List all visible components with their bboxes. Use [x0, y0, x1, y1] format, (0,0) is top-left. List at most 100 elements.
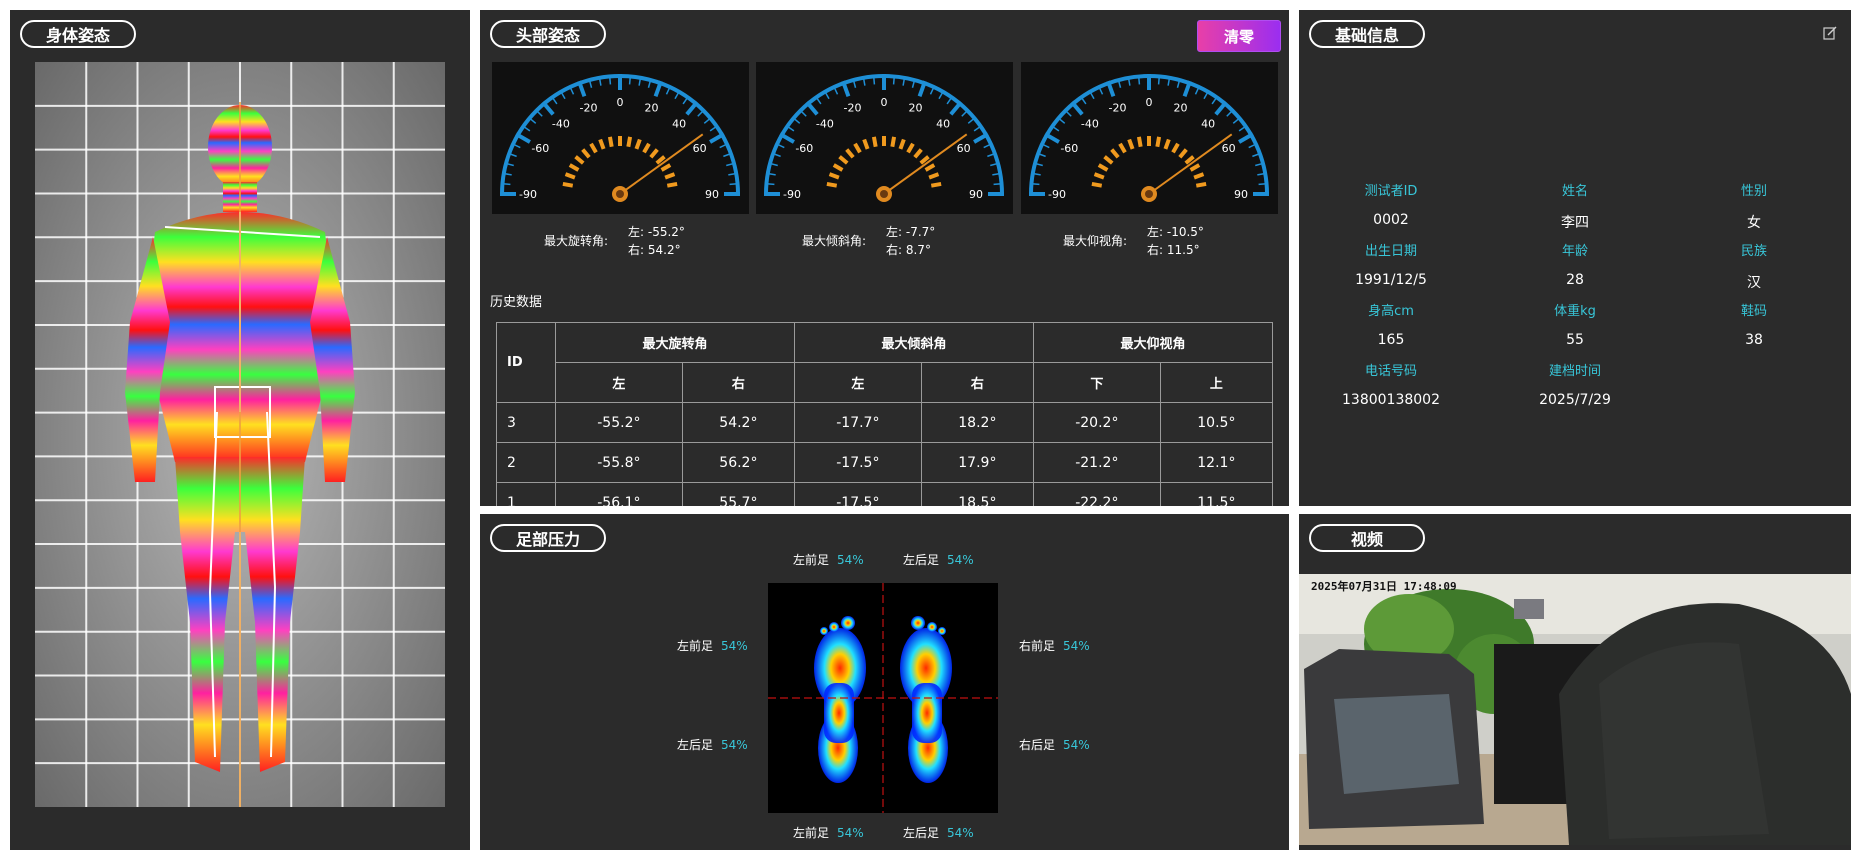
table-cell: -22.2° [1032, 482, 1161, 506]
head-posture-panel: 头部姿态 清零 -90 -60 -40 -20 0 20 40 60 90 -90 -60 -40-… [480, 10, 1289, 506]
table-cell: 1 [496, 482, 556, 506]
rotation-max-label: 最大旋转角: [544, 234, 609, 248]
info-field-label: 年龄 [1561, 244, 1588, 259]
video-timestamp: 2025年07月31日 17:48:09 [1311, 580, 1457, 593]
info-field-label: 电话号码 [1364, 364, 1417, 379]
table-cell: 18.2° [920, 402, 1034, 443]
info-field-label: 性别 [1740, 184, 1767, 199]
col-rot-right: 右 [681, 362, 795, 403]
info-field-label: 测试者ID [1364, 184, 1418, 199]
table-cell: -17.5° [793, 482, 922, 506]
gauge-tick-label: 40 [936, 118, 950, 131]
info-field: 身高cm 165 [1311, 300, 1471, 348]
col-group-pitch: 最大仰视角 [1032, 322, 1274, 363]
rotation-max-right: 右: 54.2° [628, 243, 681, 257]
gauge-tick-label: -40 [1081, 118, 1099, 131]
foot-label-bottom-right: 左后足 54% [903, 826, 974, 840]
info-field-value: 28 [1566, 272, 1584, 288]
pitch-max-label: 最大仰视角: [1063, 234, 1128, 248]
tilt-gauge: -90 -60-40 -20 0 20 40 60 90 [756, 62, 1013, 214]
gauge-tick-label: 20 [908, 102, 922, 115]
pitch-gauge: -90 -60-40 -20 0 20 40 60 90 [1021, 62, 1278, 214]
gauge-tick-label: -20 [1109, 102, 1127, 115]
gauge-tick-label: 90 [969, 188, 983, 201]
col-tilt-right: 右 [920, 362, 1034, 403]
table-cell: 55.7° [681, 482, 795, 506]
info-field: 性别女 [1674, 180, 1834, 232]
table-row[interactable]: 2 -55.8° 56.2° -17.5° 17.9° -21.2° 12.1° [496, 442, 1274, 483]
col-group-rotation: 最大旋转角 [555, 322, 795, 363]
gauge-tick-label: -40 [552, 118, 570, 131]
info-field-value: 李四 [1561, 215, 1589, 231]
gauge-tick-label: -60 [795, 142, 813, 155]
info-field-value: 165 [1377, 332, 1405, 348]
col-tilt-left: 左 [793, 362, 922, 403]
gauge-tick-label: 20 [644, 102, 658, 115]
gauge-tick-label: -60 [1060, 142, 1078, 155]
info-field-value: 55 [1566, 332, 1584, 348]
info-field-value: 38 [1745, 332, 1763, 348]
col-id: ID [496, 322, 556, 403]
gauge-tick-label: 60 [1222, 142, 1236, 155]
info-field-label: 民族 [1740, 244, 1767, 259]
col-pitch-down: 下 [1032, 362, 1161, 403]
table-row[interactable]: 3 -55.2° 54.2° -17.7° 18.2° -20.2° 10.5° [496, 402, 1274, 443]
table-row[interactable]: 1 -56.1° 55.7° -17.5° 18.5° -22.2° 11.5° [496, 482, 1274, 506]
foot-pressure-map [768, 583, 998, 813]
info-field: 测试者ID 0002 [1311, 180, 1471, 228]
info-field-label: 体重kg [1554, 304, 1596, 319]
video-feed[interactable] [1299, 574, 1851, 845]
info-field-label: 姓名 [1561, 184, 1588, 199]
gauge-tick-label: -40 [816, 118, 834, 131]
gauge-tick-label: -90 [1048, 188, 1066, 201]
gauge-tick-label: 0 [881, 96, 888, 109]
gauge-tick-label: -20 [844, 102, 862, 115]
foot-label-right-front: 右前足 54% [1019, 639, 1090, 653]
gauge-tick-label: 20 [1173, 102, 1187, 115]
basic-info-title: 基础信息 [1309, 20, 1425, 48]
info-field-label: 鞋码 [1740, 304, 1767, 319]
gauge-tick-label: 60 [957, 142, 971, 155]
gauge-tick-label: 60 [693, 142, 707, 155]
gauge-tick-label: 0 [1146, 96, 1153, 109]
clear-button[interactable]: 清零 [1197, 20, 1281, 52]
info-field-label: 身高cm [1368, 304, 1414, 319]
info-field-value: 汉 [1747, 275, 1761, 291]
foot-label-left-front: 左前足 54% [677, 639, 748, 653]
table-cell: 17.9° [920, 442, 1034, 483]
info-field: 体重kg 55 [1495, 300, 1655, 348]
foot-pressure-panel: 足部压力 左前足 54% 左后足 54% 左前足 54% 右前足 54% 左后足 54% … [480, 514, 1289, 850]
gauge-tick-label: -20 [580, 102, 598, 115]
col-group-tilt: 最大倾斜角 [793, 322, 1034, 363]
info-field: 姓名 李四 [1495, 180, 1655, 232]
table-cell: -21.2° [1032, 442, 1161, 483]
table-cell: 12.1° [1159, 442, 1274, 483]
info-field: 电话号码 13800138002 [1311, 360, 1471, 408]
history-title: 历史数据 [490, 295, 543, 310]
table-cell: 2 [496, 442, 556, 483]
pitch-max-right: 右: 11.5° [1147, 243, 1200, 257]
info-field: 出生日期 1991/12/5 [1311, 240, 1471, 288]
head-posture-title: 头部姿态 [490, 20, 606, 48]
foot-pressure-title: 足部压力 [490, 524, 606, 552]
info-field-label: 出生日期 [1364, 244, 1417, 259]
info-field-value: 0002 [1373, 212, 1409, 228]
table-cell: 11.5° [1159, 482, 1274, 506]
body-posture-panel: 身体姿态 [10, 10, 470, 850]
gauge-tick-label: 90 [705, 188, 719, 201]
foot-label-top-left: 左前足 54% [793, 553, 864, 567]
tilt-max-left: 左: -7.7° [886, 225, 936, 239]
gauge-tick-label: 90 [1234, 188, 1248, 201]
basic-info-panel: 基础信息 测试者ID 0002 姓名 李四 性别女出生日期 1991/12/5 年龄 28 民族… [1299, 10, 1851, 506]
gauge-tick-label: 40 [1201, 118, 1215, 131]
info-field-value: 女 [1747, 215, 1761, 231]
tilt-max-label: 最大倾斜角: [802, 234, 867, 248]
edit-icon[interactable] [1823, 26, 1837, 40]
col-pitch-up: 上 [1159, 362, 1274, 403]
rotation-gauge: -90 -60-40 -20 0 20 40 60 90 [492, 62, 749, 214]
info-field-value: 2025/7/29 [1539, 392, 1611, 408]
foot-label-right-rear: 右后足 54% [1019, 738, 1090, 752]
table-cell: -17.5° [793, 442, 922, 483]
history-table: ID 最大旋转角 最大倾斜角 最大仰视角 左 右 左 右 下 上 3 -55.2… [496, 322, 1274, 506]
foot-label-top-right: 左后足 54% [903, 553, 974, 567]
